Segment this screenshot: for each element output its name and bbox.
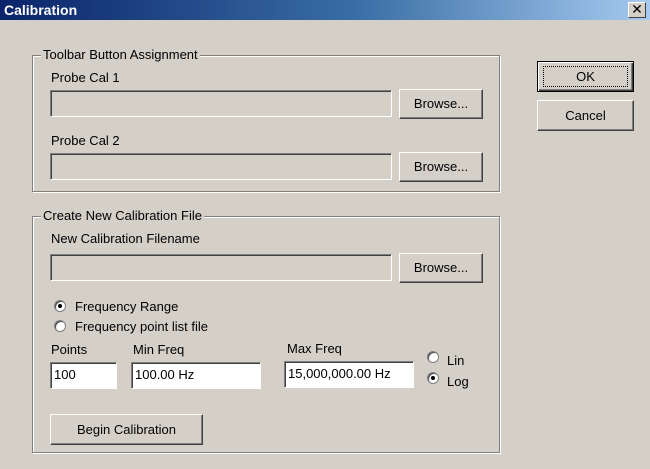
ok-button[interactable]: OK [537, 61, 634, 92]
probe-cal-1-browse-button[interactable]: Browse... [399, 89, 483, 119]
lin-label[interactable]: Lin [447, 353, 464, 368]
radio-selected-dot [431, 376, 435, 380]
probe-cal-1-label: Probe Cal 1 [51, 70, 120, 85]
points-input[interactable]: 100 [50, 362, 117, 389]
lin-radio[interactable] [427, 351, 439, 363]
frequency-point-list-radio[interactable] [54, 320, 66, 332]
frequency-range-radio[interactable] [54, 300, 66, 312]
toolbar-group-legend: Toolbar Button Assignment [41, 47, 200, 62]
window-title: Calibration [4, 2, 78, 18]
log-radio[interactable] [427, 372, 439, 384]
calibration-dialog: Calibration ✕ Toolbar Button Assignment … [0, 0, 650, 469]
max-freq-label: Max Freq [287, 341, 342, 356]
frequency-range-label[interactable]: Frequency Range [75, 299, 178, 314]
max-freq-input[interactable]: 15,000,000.00 Hz [284, 361, 414, 388]
begin-calibration-button[interactable]: Begin Calibration [50, 414, 203, 445]
probe-cal-2-browse-button[interactable]: Browse... [399, 152, 483, 182]
focus-rect [543, 66, 628, 87]
radio-selected-dot [58, 304, 62, 308]
cancel-button[interactable]: Cancel [537, 100, 634, 131]
probe-cal-2-label: Probe Cal 2 [51, 133, 120, 148]
min-freq-input[interactable]: 100.00 Hz [131, 362, 261, 389]
min-freq-label: Min Freq [133, 342, 185, 357]
new-calibration-filename-label: New Calibration Filename [51, 231, 200, 246]
title-bar[interactable]: Calibration ✕ [0, 0, 650, 20]
new-calibration-browse-button[interactable]: Browse... [399, 253, 483, 283]
create-group-legend: Create New Calibration File [41, 208, 204, 223]
close-icon[interactable]: ✕ [628, 2, 646, 18]
probe-cal-1-field[interactable] [50, 90, 392, 117]
probe-cal-2-field[interactable] [50, 153, 392, 180]
new-calibration-filename-field[interactable] [50, 254, 392, 281]
points-label: Points [51, 342, 88, 357]
frequency-point-list-label[interactable]: Frequency point list file [75, 319, 208, 334]
log-label[interactable]: Log [447, 374, 469, 389]
